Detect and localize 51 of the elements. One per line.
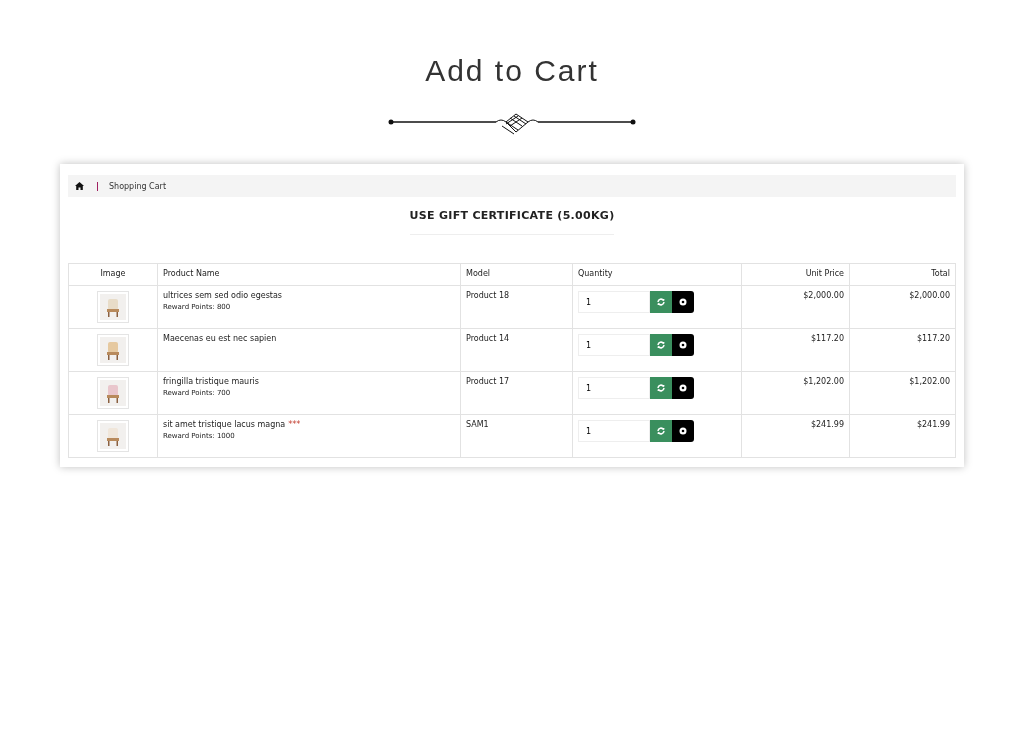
- ring-icon: [679, 341, 687, 349]
- breadcrumb-link[interactable]: Shopping Cart: [109, 181, 167, 191]
- table-cell: $117.20: [810, 334, 844, 343]
- out-of-stock-mark: ***: [288, 420, 301, 429]
- product-thumbnail[interactable]: [97, 377, 129, 409]
- home-icon[interactable]: [75, 182, 84, 190]
- product-thumbnail[interactable]: [97, 334, 129, 366]
- product-name[interactable]: Maecenas eu est nec sapien: [163, 334, 455, 343]
- column-header: Total: [849, 263, 956, 286]
- quantity-field[interactable]: 1: [578, 420, 650, 442]
- refresh-icon: [657, 341, 665, 349]
- column-header: Product Name: [157, 263, 461, 286]
- table-cell: Product 14: [466, 334, 510, 343]
- product-name[interactable]: ultrices sem sed odio egestas: [163, 291, 455, 300]
- quantity-field[interactable]: 1: [578, 334, 650, 356]
- refresh-icon: [657, 427, 665, 435]
- refresh-icon: [657, 298, 665, 306]
- refresh-icon: [657, 384, 665, 392]
- refresh-button[interactable]: [650, 377, 672, 399]
- product-name[interactable]: sit amet tristique lacus magna ***: [163, 420, 455, 429]
- column-header: Model: [460, 263, 573, 286]
- ring-icon: [679, 384, 687, 392]
- remove-button[interactable]: [672, 377, 694, 399]
- remove-button[interactable]: [672, 334, 694, 356]
- remove-button[interactable]: [672, 291, 694, 313]
- cart-heading: USE GIFT CERTIFICATE (5.00KG): [409, 209, 615, 235]
- product-thumbnail[interactable]: [97, 420, 129, 452]
- table-cell: $1,202.00: [909, 377, 950, 386]
- refresh-button[interactable]: [650, 420, 672, 442]
- product-thumbnail[interactable]: [97, 291, 129, 323]
- refresh-button[interactable]: [650, 334, 672, 356]
- table-cell: $241.99: [916, 420, 950, 429]
- table-cell: $241.99: [810, 420, 844, 429]
- refresh-button[interactable]: [650, 291, 672, 313]
- ring-icon: [679, 298, 687, 306]
- column-header: Unit Price: [741, 263, 850, 286]
- column-header: Image: [68, 263, 158, 286]
- remove-button[interactable]: [672, 420, 694, 442]
- table-cell: $2,000.00: [909, 291, 950, 300]
- ring-icon: [679, 427, 687, 435]
- table-cell: $1,202.00: [803, 377, 844, 386]
- table-cell: SAM1: [466, 420, 489, 429]
- table-cell: $2,000.00: [803, 291, 844, 300]
- column-header: Quantity: [572, 263, 742, 286]
- quantity-field[interactable]: 1: [578, 377, 650, 399]
- quantity-field[interactable]: 1: [578, 291, 650, 313]
- table-cell: $117.20: [916, 334, 950, 343]
- page-title: Add to Cart: [425, 53, 599, 89]
- product-name[interactable]: fringilla tristique mauris: [163, 377, 455, 386]
- table-cell: Product 18: [466, 291, 510, 300]
- table-cell: Product 17: [466, 377, 510, 386]
